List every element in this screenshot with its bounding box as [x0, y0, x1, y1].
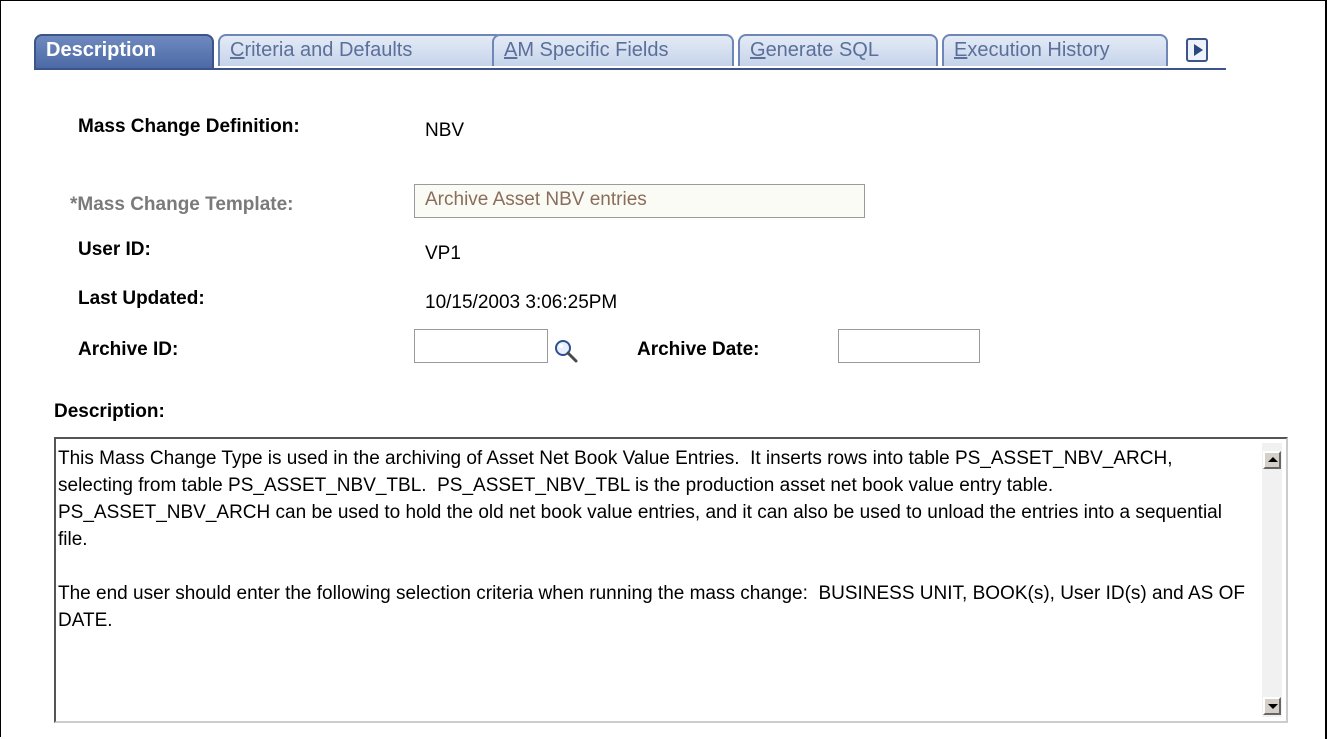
- description-label: Description:: [54, 401, 165, 422]
- archive-id-input[interactable]: [414, 329, 548, 363]
- archive-date-label: Archive Date:: [637, 339, 760, 360]
- magnifier-icon[interactable]: [553, 338, 579, 364]
- tab-generate-sql[interactable]: Generate SQL: [738, 34, 938, 66]
- description-scrollbar[interactable]: [1262, 443, 1282, 717]
- user-id-value: VP1: [425, 243, 461, 264]
- scroll-up-icon[interactable]: [1263, 451, 1281, 469]
- description-paragraph: The end user should enter the following …: [58, 583, 1251, 631]
- mass-change-template-field[interactable]: Archive Asset NBV entries: [414, 184, 865, 218]
- tab-label: enerate SQL: [765, 39, 879, 61]
- scroll-down-icon[interactable]: [1263, 697, 1281, 715]
- mass-change-definition-value: NBV: [425, 120, 465, 141]
- tab-mnemonic: A: [504, 39, 518, 61]
- tab-divider: [34, 68, 1226, 70]
- tab-mnemonic: E: [954, 39, 968, 61]
- last-updated-label: Last Updated:: [78, 288, 205, 309]
- mass-change-template-label: *Mass Change Template:: [70, 194, 294, 215]
- tab-label: riteria and Defaults: [244, 39, 413, 61]
- tab-am-specific-fields[interactable]: AM Specific Fields: [492, 34, 734, 66]
- tab-mnemonic: G: [750, 39, 766, 61]
- tab-label: M Specific Fields: [517, 39, 669, 61]
- user-id-label: User ID:: [78, 239, 151, 260]
- archive-id-label: Archive ID:: [78, 339, 179, 360]
- tab-mnemonic: C: [230, 39, 245, 61]
- last-updated-value: 10/15/2003 3:06:25PM: [425, 292, 618, 313]
- tab-description[interactable]: Description: [34, 34, 214, 68]
- tab-execution-history[interactable]: Execution History: [942, 34, 1168, 66]
- next-tab-arrow-icon[interactable]: [1186, 38, 1208, 62]
- archive-date-input[interactable]: [838, 329, 980, 363]
- tab-label: xecution History: [967, 39, 1110, 61]
- tab-description-label: Description: [46, 39, 157, 61]
- mass-change-definition-label: Mass Change Definition:: [78, 116, 300, 137]
- description-textarea[interactable]: This Mass Change Type is used in the arc…: [54, 437, 1288, 723]
- tab-criteria-and-defaults[interactable]: Criteria and Defaults: [218, 34, 504, 66]
- description-paragraph: This Mass Change Type is used in the arc…: [58, 448, 1228, 550]
